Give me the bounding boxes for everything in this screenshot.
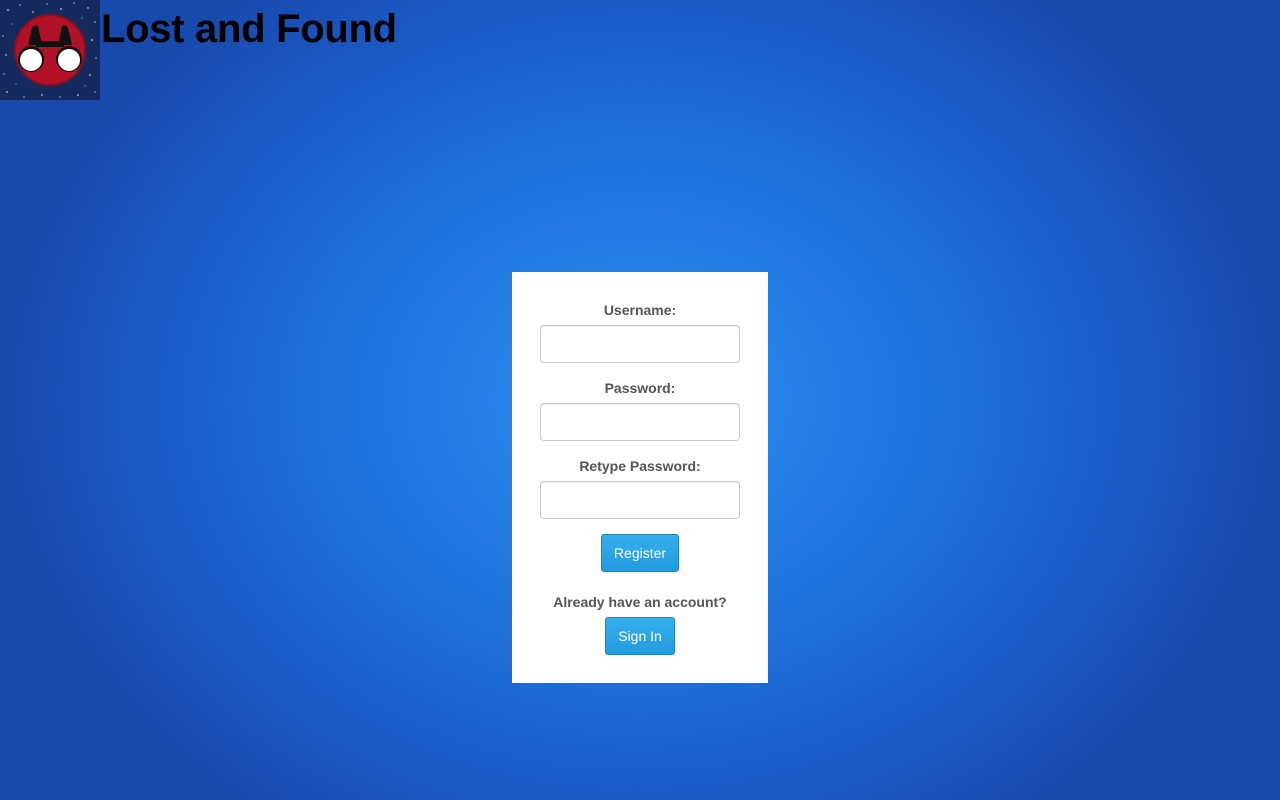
username-label: Username: (603, 302, 677, 318)
username-input[interactable] (540, 325, 740, 363)
retype-password-input[interactable] (540, 481, 740, 519)
sign-in-button[interactable]: Sign In (605, 617, 675, 655)
password-label: Password: (604, 380, 676, 396)
password-input[interactable] (540, 403, 740, 441)
register-panel: Username: Password: Retype Password: Reg… (512, 272, 768, 683)
binoculars-logo-icon (0, 0, 100, 100)
account-prompt: Already have an account? (553, 594, 727, 610)
retype-password-label: Retype Password: (579, 458, 701, 474)
site-title: Lost and Found (101, 7, 397, 51)
register-button[interactable]: Register (601, 534, 679, 572)
